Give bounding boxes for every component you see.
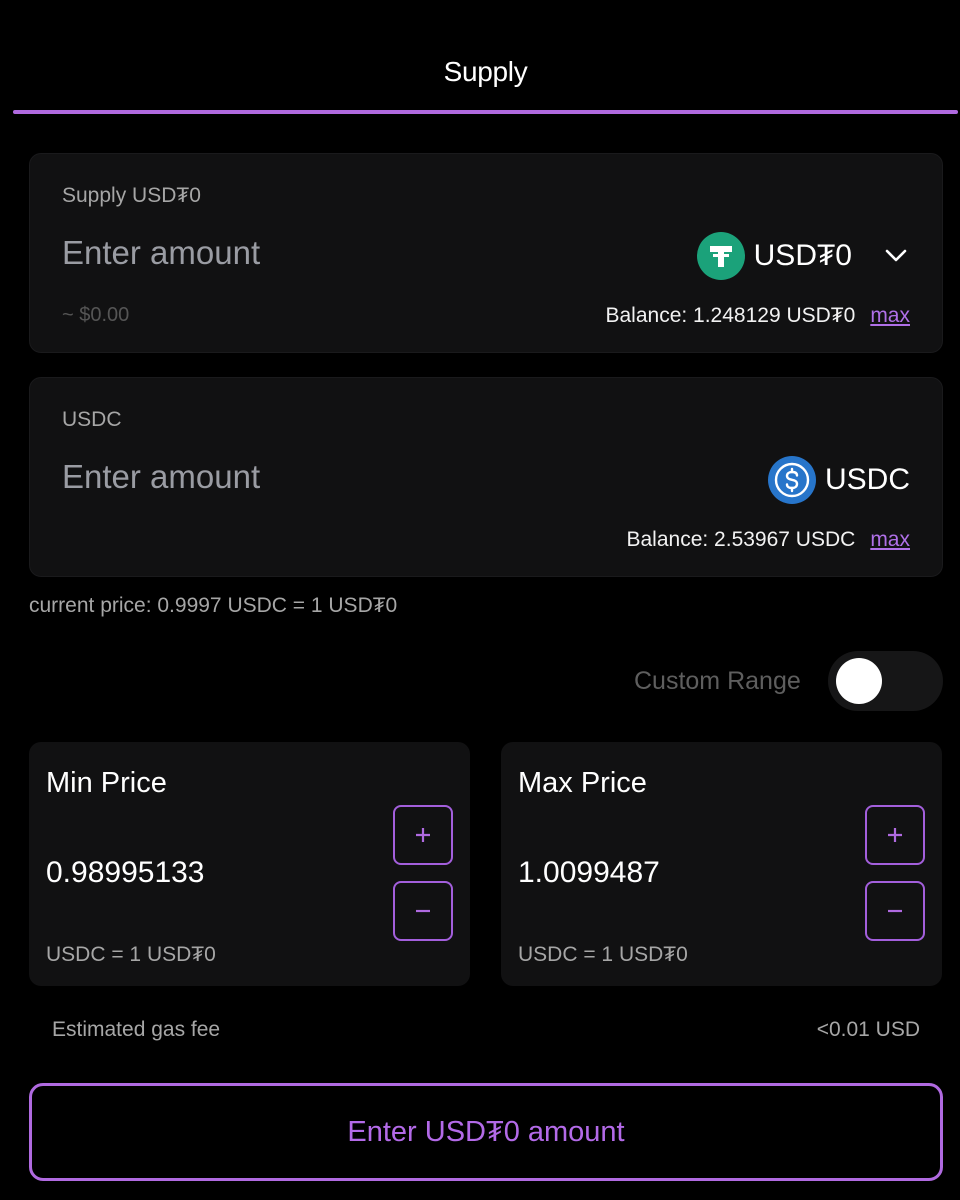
usdc-max-button[interactable]: max — [870, 528, 910, 552]
current-price: current price: 0.9997 USDC = 1 USD₮0 — [29, 594, 398, 617]
max-price-title: Max Price — [518, 767, 647, 799]
minus-icon — [416, 909, 430, 913]
supply-balance: Balance: 1.248129 USD₮0 — [605, 304, 856, 327]
plus-icon — [416, 828, 430, 842]
usdc-balance-row: Balance: 2.53967 USDC max — [627, 528, 911, 552]
min-price-title: Min Price — [46, 767, 167, 799]
enter-amount-button-label: Enter USD₮0 amount — [347, 1115, 625, 1148]
usdc-token-display: USDC — [767, 456, 910, 504]
usdc-card-label: USDC — [62, 408, 122, 431]
max-price-unit: USDC = 1 USD₮0 — [518, 943, 688, 966]
min-price-value[interactable]: 0.98995133 — [46, 856, 205, 890]
max-price-value[interactable]: 1.0099487 — [518, 856, 660, 890]
supply-balance-row: Balance: 1.248129 USD₮0 max — [605, 304, 910, 328]
supply-max-button[interactable]: max — [870, 304, 910, 328]
min-price-increase-button[interactable] — [393, 805, 453, 865]
max-price-increase-button[interactable] — [865, 805, 925, 865]
tab-bar: Supply — [13, 0, 958, 114]
tab-active-indicator — [13, 110, 958, 114]
enter-amount-button[interactable]: Enter USD₮0 amount — [29, 1083, 943, 1181]
tab-supply[interactable]: Supply — [13, 56, 958, 88]
chevron-down-icon[interactable] — [882, 242, 910, 270]
usdc-token-name: USDC — [824, 463, 910, 496]
supply-token-name: USD₮0 — [753, 239, 852, 272]
toggle-knob — [836, 658, 882, 704]
min-price-decrease-button[interactable] — [393, 881, 453, 941]
usdc-token-card: USDC USDC Balance: 2.53967 USDC max — [29, 377, 943, 577]
custom-range-toggle[interactable] — [828, 651, 943, 711]
custom-range-label: Custom Range — [634, 667, 801, 695]
supply-token-card: Supply USD₮0 USD₮0 ~ $0.00 Balance: 1.24… — [29, 153, 943, 353]
supply-amount-input[interactable] — [62, 234, 462, 272]
usdc-balance: Balance: 2.53967 USDC — [626, 528, 856, 551]
supply-usd-value: ~ $0.00 — [62, 304, 130, 326]
supply-card-label: Supply USD₮0 — [62, 184, 201, 207]
gas-fee-value: <0.01 USD — [816, 1018, 920, 1041]
gas-fee-label: Estimated gas fee — [52, 1018, 221, 1041]
usdc-icon — [767, 456, 816, 504]
tether-icon — [696, 232, 745, 280]
max-price-decrease-button[interactable] — [865, 881, 925, 941]
max-price-card: Max Price 1.0099487 USDC = 1 USD₮0 — [501, 742, 942, 986]
usdc-amount-input[interactable] — [62, 458, 462, 496]
min-price-card: Min Price 0.98995133 USDC = 1 USD₮0 — [29, 742, 470, 986]
min-price-unit: USDC = 1 USD₮0 — [46, 943, 216, 966]
supply-token-selector[interactable]: USD₮0 — [696, 232, 910, 280]
minus-icon — [888, 909, 902, 913]
plus-icon — [888, 828, 902, 842]
